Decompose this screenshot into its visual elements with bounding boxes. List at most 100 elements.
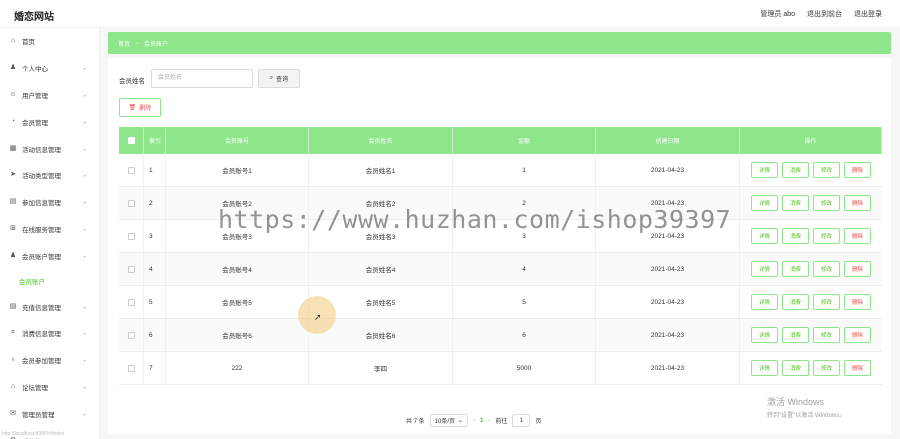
recharge-icon: ▤ xyxy=(9,302,17,310)
breadcrumb-home[interactable]: 首页 xyxy=(118,39,130,48)
member-name-input[interactable]: 会员姓名 xyxy=(151,69,253,88)
row-checkbox[interactable] xyxy=(127,232,135,240)
table-row: 7 222 李四 5000 2021-04-23 详情 消费 修改 删除 xyxy=(119,352,882,385)
cell-name: 会员姓名5 xyxy=(309,286,453,318)
edit-button[interactable]: 修改 xyxy=(813,162,840,178)
edit-button[interactable]: 修改 xyxy=(813,294,840,310)
cell-date: 2021-04-23 xyxy=(596,253,740,285)
sidebar-item-label: 在线服务管理 xyxy=(22,226,61,234)
chevron-down-icon: ⌄ xyxy=(81,119,87,126)
grid-icon: ⊞ xyxy=(10,224,16,232)
table-row: 3 会员账号3 会员姓名3 3 2021-04-23 详情 消费 修改 删除 xyxy=(119,220,882,253)
cell-balance: 5000 xyxy=(453,352,596,384)
header-name: 会员姓名 xyxy=(309,127,453,154)
detail-button[interactable]: 详情 xyxy=(751,261,778,277)
app-title: 婚恋网站 xyxy=(14,12,54,23)
edit-button[interactable]: 修改 xyxy=(813,261,840,277)
cell-name: 会员姓名1 xyxy=(309,154,453,186)
sidebar-item[interactable]: ♟ 会员账户管理 ⌄ xyxy=(0,242,99,269)
cell-date: 2021-04-23 xyxy=(596,187,740,219)
search-label: 会员姓名 xyxy=(119,78,145,85)
pagination-total: 共 7 条 xyxy=(406,419,425,425)
header-links: 管理员 abo 退出到前台 退出登录 xyxy=(760,9,882,19)
sidebar-item[interactable]: ▦ 活动信息管理 ⌄ xyxy=(0,135,99,162)
sidebar-item[interactable]: ▤ 参加信息管理 ⌄ xyxy=(0,189,99,216)
sidebar-item[interactable]: ✉ 管理员管理 ⌄ xyxy=(0,400,99,427)
select-all-cell xyxy=(119,127,144,154)
page-size-select[interactable]: 10条/页 ⌄ xyxy=(429,414,469,427)
edit-button[interactable]: 修改 xyxy=(813,228,840,244)
cell-name: 会员姓名2 xyxy=(309,187,453,219)
delete-button[interactable]: 删除 xyxy=(844,294,871,310)
detail-button[interactable]: 详情 xyxy=(751,294,778,310)
current-page[interactable]: 1 xyxy=(480,418,483,424)
sidebar-item-label: 参加信息管理 xyxy=(22,200,61,208)
consume-button[interactable]: 消费 xyxy=(782,261,809,277)
detail-button[interactable]: 详情 xyxy=(751,228,778,244)
sidebar-item[interactable]: ⌂ 论坛管理 ⌄ xyxy=(0,374,99,401)
sidebar-item[interactable]: ☺ 用户管理 ⌄ xyxy=(0,82,99,109)
detail-button[interactable]: 详情 xyxy=(751,327,778,343)
consume-button[interactable]: 消费 xyxy=(782,327,809,343)
cell-account: 会员账号3 xyxy=(166,220,309,252)
logout-link[interactable]: 退出登录 xyxy=(854,9,882,19)
consume-button[interactable]: 消费 xyxy=(782,294,809,310)
delete-button[interactable]: 删除 xyxy=(844,360,871,376)
detail-button[interactable]: 详情 xyxy=(751,162,778,178)
row-checkbox[interactable] xyxy=(127,265,135,273)
row-checkbox[interactable] xyxy=(127,166,135,174)
edit-button[interactable]: 修改 xyxy=(813,195,840,211)
sidebar-item[interactable]: ⌂ 首页 xyxy=(0,28,99,55)
sidebar-item[interactable]: ▤ 充值信息管理 ⌄ xyxy=(0,293,99,320)
row-checkbox[interactable] xyxy=(127,364,135,372)
delete-button[interactable]: 删除 xyxy=(844,261,871,277)
table-row: 5 会员账号5 会员姓名5 5 2021-04-23 详情 消费 修改 删除 xyxy=(119,286,882,319)
cell-date: 2021-04-23 xyxy=(596,286,740,318)
table-header: 索引 会员账号 会员姓名 金额 创建日期 操作 xyxy=(119,127,882,154)
sidebar-item[interactable]: ⚙系统管理⌄ xyxy=(0,427,99,439)
goto-page-input[interactable]: 1 xyxy=(512,414,531,427)
pagination: 共 7 条 10条/页 ⌄ ‹ 1 › 前往 1 页 xyxy=(406,414,541,427)
sidebar-item[interactable]: ♟ 个人中心 ⌄ xyxy=(0,55,99,82)
header-balance: 金额 xyxy=(453,127,596,154)
sidebar-item[interactable]: ◔ 会员管理 ⌄ xyxy=(0,108,99,135)
delete-button[interactable]: 删除 xyxy=(844,228,871,244)
consume-button[interactable]: 消费 xyxy=(782,162,809,178)
row-checkbox[interactable] xyxy=(127,298,135,306)
sidebar-item[interactable]: ⊞ 在线服务管理 ⌄ xyxy=(0,216,99,243)
page-size-value: 10条/页 xyxy=(434,419,456,425)
consume-button[interactable]: 消费 xyxy=(782,360,809,376)
consume-button[interactable]: 消费 xyxy=(782,195,809,211)
edit-button[interactable]: 修改 xyxy=(813,360,840,376)
next-page-button[interactable]: › xyxy=(488,418,490,424)
sidebar-item-label: 论坛管理 xyxy=(22,384,48,392)
batch-delete-label: 删除 xyxy=(139,106,152,112)
consume-button[interactable]: 消费 xyxy=(782,228,809,244)
sidebar-item[interactable]: ➤ 活动类型管理 ⌄ xyxy=(0,162,99,189)
back-to-front-link[interactable]: 退出到前台 xyxy=(807,9,842,19)
sidebar-item[interactable]: ♁ 会员参加管理 ⌄ xyxy=(0,347,99,374)
edit-button[interactable]: 修改 xyxy=(813,327,840,343)
batch-delete-button[interactable]: 🗑 删除 xyxy=(119,98,161,117)
delete-button[interactable]: 删除 xyxy=(844,327,871,343)
row-checkbox[interactable] xyxy=(127,331,135,339)
search-button[interactable]: ⌕ 查询 xyxy=(258,69,300,88)
sidebar-item[interactable]: ⌗ 消费信息管理 ⌄ xyxy=(0,320,99,347)
row-checkbox[interactable] xyxy=(127,199,135,207)
cell-actions: 详情 消费 修改 删除 xyxy=(740,220,882,252)
select-all-checkbox[interactable] xyxy=(127,137,135,144)
sidebar-subitem-member-account[interactable]: 会员账户 xyxy=(0,269,99,293)
detail-button[interactable]: 详情 xyxy=(751,360,778,376)
cell-name: 会员姓名4 xyxy=(309,253,453,285)
table-row: 2 会员账号2 会员姓名2 2 2021-04-23 详情 消费 修改 删除 xyxy=(119,187,882,220)
delete-button[interactable]: 删除 xyxy=(844,195,871,211)
prev-page-button[interactable]: ‹ xyxy=(473,418,475,424)
header-actions: 操作 xyxy=(740,127,882,154)
cell-date: 2021-04-23 xyxy=(596,352,740,384)
detail-button[interactable]: 详情 xyxy=(751,195,778,211)
search-icon: ⌕ xyxy=(269,75,274,81)
sidebar: ⌂ 首页 ♟ 个人中心 ⌄ ☺ 用户管理 ⌄ ◔ 会员管理 ⌄ ▦ 活动信息管理 ⌄ ➤ 活动类型管理 ⌄ ▤ 参加… xyxy=(0,28,100,439)
row-select-cell xyxy=(119,187,144,219)
delete-button[interactable]: 删除 xyxy=(844,162,871,178)
cell-account: 222 xyxy=(166,352,309,384)
